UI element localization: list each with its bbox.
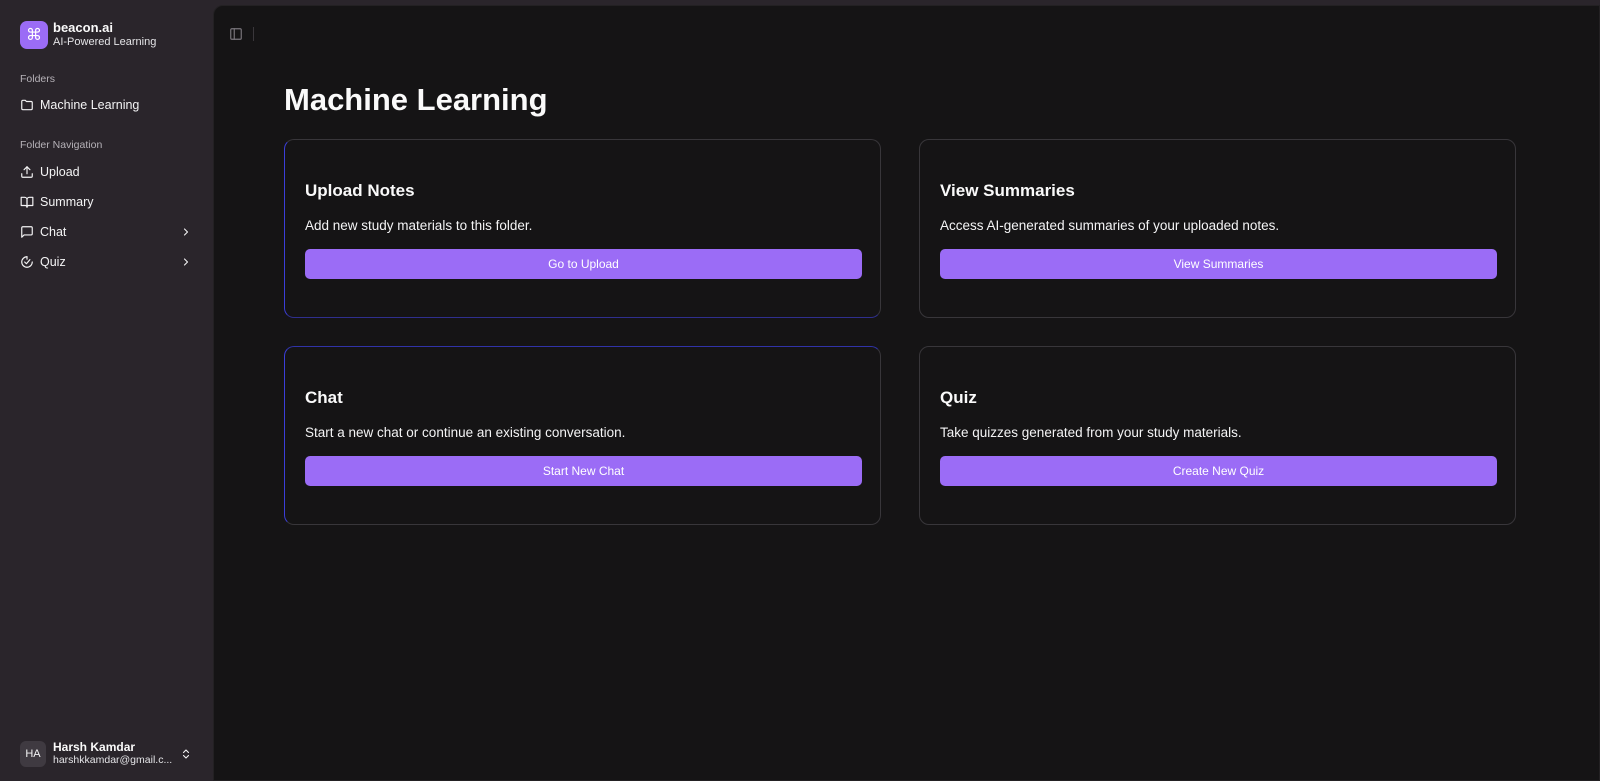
sidebar-item-label: Quiz — [40, 255, 66, 269]
folder-icon — [20, 98, 34, 112]
card-title: Upload Notes — [305, 181, 415, 200]
card-description: Add new study materials to this folder. — [305, 218, 533, 233]
card-description: Access AI-generated summaries of your up… — [940, 218, 1280, 233]
card-title: Quiz — [940, 388, 977, 407]
sidebar-item-chat[interactable]: Chat — [20, 221, 196, 243]
card-title: Chat — [305, 388, 343, 407]
create-new-quiz-button[interactable]: Create New Quiz — [940, 456, 1497, 486]
avatar: HA — [20, 741, 46, 767]
brand-name: beacon.ai — [53, 20, 113, 35]
command-icon: ⌘ — [20, 20, 48, 49]
chevrons-up-down-icon — [180, 746, 192, 762]
sidebar-item-upload[interactable]: Upload — [20, 161, 196, 183]
sidebar-item-label: Machine Learning — [40, 98, 140, 112]
toolbar-divider — [253, 27, 254, 41]
go-to-upload-button[interactable]: Go to Upload — [305, 249, 862, 279]
sidebar-toggle-icon[interactable] — [229, 27, 243, 41]
sidebar-item-label: Chat — [40, 225, 67, 239]
main-panel: Machine Learning Upload Notes Add new st… — [213, 5, 1600, 781]
sidebar: ⌘ beacon.ai AI-Powered Learning Folders … — [0, 0, 213, 781]
view-summaries-button[interactable]: View Summaries — [940, 249, 1497, 279]
folders-label: Folders — [20, 73, 56, 85]
user-email: harshkkamdar@gmail.c... — [53, 754, 173, 766]
page-title: Machine Learning — [284, 82, 548, 117]
user-name: Harsh Kamdar — [53, 740, 136, 754]
card-upload-notes: Upload Notes Add new study materials to … — [284, 139, 881, 318]
folder-navigation-label: Folder Navigation — [20, 139, 103, 151]
book-open-icon — [20, 195, 34, 209]
chevron-right-icon[interactable] — [180, 255, 192, 269]
start-new-chat-button[interactable]: Start New Chat — [305, 456, 862, 486]
quiz-icon — [20, 255, 34, 269]
chevron-right-icon[interactable] — [180, 225, 192, 239]
card-title: View Summaries — [940, 181, 1075, 200]
sidebar-item-quiz[interactable]: Quiz — [20, 251, 196, 273]
card-chat: Chat Start a new chat or continue an exi… — [284, 346, 881, 525]
card-view-summaries: View Summaries Access AI-generated summa… — [919, 139, 1516, 318]
card-description: Start a new chat or continue an existing… — [305, 425, 626, 440]
card-quiz: Quiz Take quizzes generated from your st… — [919, 346, 1516, 525]
sidebar-item-label: Upload — [40, 165, 80, 179]
brand[interactable]: ⌘ beacon.ai AI-Powered Learning — [20, 20, 156, 49]
sidebar-item-summary[interactable]: Summary — [20, 191, 196, 213]
app: ⌘ beacon.ai AI-Powered Learning Folders … — [0, 0, 1600, 781]
sidebar-item-machine-learning[interactable]: Machine Learning — [20, 94, 196, 116]
brand-tagline: AI-Powered Learning — [53, 36, 157, 48]
sidebar-item-label: Summary — [40, 195, 94, 209]
user-menu[interactable]: HA Harsh Kamdar harshkkamdar@gmail.c... — [20, 740, 196, 768]
card-description: Take quizzes generated from your study m… — [940, 425, 1242, 440]
message-square-icon — [20, 225, 34, 239]
upload-icon — [20, 165, 34, 179]
